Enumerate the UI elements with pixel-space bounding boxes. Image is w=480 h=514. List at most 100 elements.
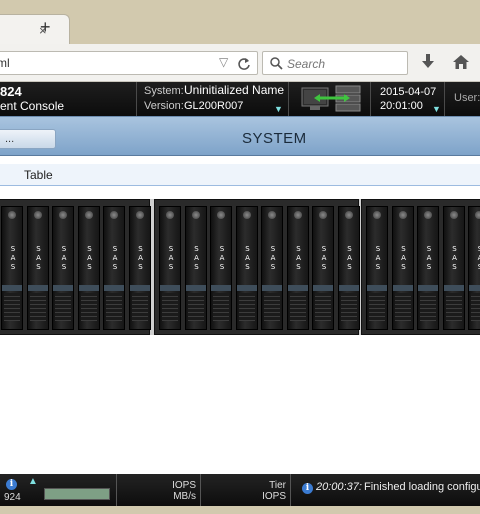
page-title-bar: ... SYSTEM [0, 116, 480, 156]
drive-type-label: SAS [347, 245, 352, 271]
drive-led-icon [8, 211, 16, 219]
drive-vent [471, 293, 480, 321]
drive-handle [211, 285, 231, 291]
header-time: 20:01:00 [380, 100, 423, 112]
drive-bay[interactable]: SAS [77, 206, 100, 330]
drive-bay[interactable]: SAS [391, 206, 414, 330]
drive-led-icon [191, 211, 200, 219]
url-dropdown-icon[interactable]: ▽ [219, 55, 228, 69]
enclosure[interactable]: SAS SAS SAS SAS SAS SAS [0, 199, 151, 335]
system-label: System: [144, 85, 184, 97]
page-title: SYSTEM [242, 130, 307, 147]
drive-vent [4, 293, 20, 321]
drive-type-label: SAS [270, 245, 276, 271]
drive-type-label: SAS [138, 245, 143, 271]
app-header: 824 ent Console System: Uninitialized Na… [0, 82, 480, 116]
drive-type-label: SAS [168, 245, 174, 271]
drive-bay[interactable]: SAS [128, 206, 151, 330]
url-bar[interactable]: ml ▽ [0, 51, 258, 75]
expand-up-icon[interactable]: ▲ [28, 476, 38, 487]
drive-led-icon [475, 211, 480, 219]
new-tab-button[interactable]: + [40, 18, 51, 36]
enclosure[interactable]: SAS SAS SAS SAS SAS [361, 199, 480, 335]
drive-bay[interactable]: SAS [417, 206, 439, 330]
tab-table[interactable]: Table [24, 168, 53, 182]
drive-led-icon [166, 211, 174, 219]
drive-type-label: SAS [10, 245, 16, 271]
drive-handle [78, 285, 99, 291]
system-status-icon[interactable] [300, 85, 362, 113]
drive-vent [315, 293, 331, 321]
drive-type-label: SAS [112, 245, 118, 271]
message-time: 20:00:37: [316, 481, 362, 493]
drive-bay[interactable]: SAS [210, 206, 232, 330]
view-tab-bar: Table [0, 164, 480, 186]
header-divider [444, 82, 445, 116]
browser-tab-strip: ... × + [0, 0, 480, 44]
drive-bay[interactable]: SAS [235, 206, 258, 330]
browser-tab[interactable]: ... × [0, 14, 70, 44]
drive-handle [469, 285, 480, 291]
drive-type-label: SAS [401, 245, 406, 271]
drive-bay[interactable]: SAS [26, 206, 49, 330]
header-divider [288, 82, 289, 116]
search-input: Search [287, 57, 326, 71]
message-info-icon[interactable]: i [302, 483, 313, 494]
user-label[interactable]: User: [454, 92, 480, 104]
download-icon[interactable] [420, 53, 436, 71]
drive-led-icon [449, 211, 458, 219]
drive-type-label: SAS [219, 245, 225, 271]
console-title: ent Console [0, 99, 65, 113]
drive-led-icon [398, 211, 407, 219]
search-bar[interactable]: Search [262, 51, 408, 75]
drive-type-label: SAS [194, 245, 199, 271]
drive-bay[interactable]: SAS [312, 206, 334, 330]
datetime-arrow-icon[interactable]: ▼ [432, 104, 441, 114]
footer-divider [200, 474, 201, 506]
footer-divider [116, 474, 117, 506]
drive-vent [394, 293, 411, 321]
drive-type-label: SAS [36, 245, 41, 271]
drive-handle [27, 285, 48, 291]
drive-bay[interactable]: SAS [159, 206, 181, 330]
drive-type-label: SAS [375, 245, 381, 271]
drive-handle [2, 285, 22, 291]
drive-bay[interactable]: SAS [337, 206, 360, 330]
drive-bay[interactable]: SAS [52, 206, 74, 330]
drive-bay[interactable]: SAS [442, 206, 465, 330]
drive-bay[interactable]: SAS [366, 206, 388, 330]
drive-vent [106, 293, 122, 321]
drive-handle [418, 285, 438, 291]
system-name[interactable]: Uninitialized Name [184, 83, 284, 97]
navigation-button[interactable]: ... [0, 129, 56, 149]
drive-led-icon [373, 211, 381, 219]
drive-bay[interactable]: SAS [103, 206, 125, 330]
drive-bay[interactable]: SAS [1, 206, 23, 330]
browser-nav-bar: ml ▽ Search [0, 44, 480, 82]
header-divider [136, 82, 137, 116]
drive-type-label: SAS [87, 245, 92, 271]
reload-icon[interactable] [237, 57, 251, 71]
drive-bay[interactable]: SAS [261, 206, 283, 330]
drive-led-icon [268, 211, 276, 219]
drive-bay[interactable]: SAS [184, 206, 207, 330]
drive-vent [289, 293, 306, 321]
drive-handle [129, 285, 150, 291]
system-info-arrow-icon[interactable]: ▼ [274, 104, 283, 114]
drive-led-icon [59, 211, 67, 219]
tier-label: Tier IOPS [254, 480, 286, 502]
home-icon[interactable] [452, 53, 470, 71]
drive-led-icon [135, 211, 144, 219]
drive-type-label: SAS [477, 245, 480, 271]
tier-text: Tier [269, 480, 286, 491]
drive-led-icon [33, 211, 42, 219]
drive-vent [238, 293, 255, 321]
drive-bay[interactable]: SAS [286, 206, 309, 330]
footer-divider [290, 474, 291, 506]
drive-bay[interactable]: SAS [468, 206, 480, 330]
drive-vent [420, 293, 436, 321]
url-text: ml [0, 56, 10, 70]
info-icon[interactable]: i [6, 479, 17, 490]
iops-text: IOPS [172, 480, 196, 491]
enclosure[interactable]: SAS SAS SAS SAS SAS SAS SAS SAS [154, 199, 360, 335]
